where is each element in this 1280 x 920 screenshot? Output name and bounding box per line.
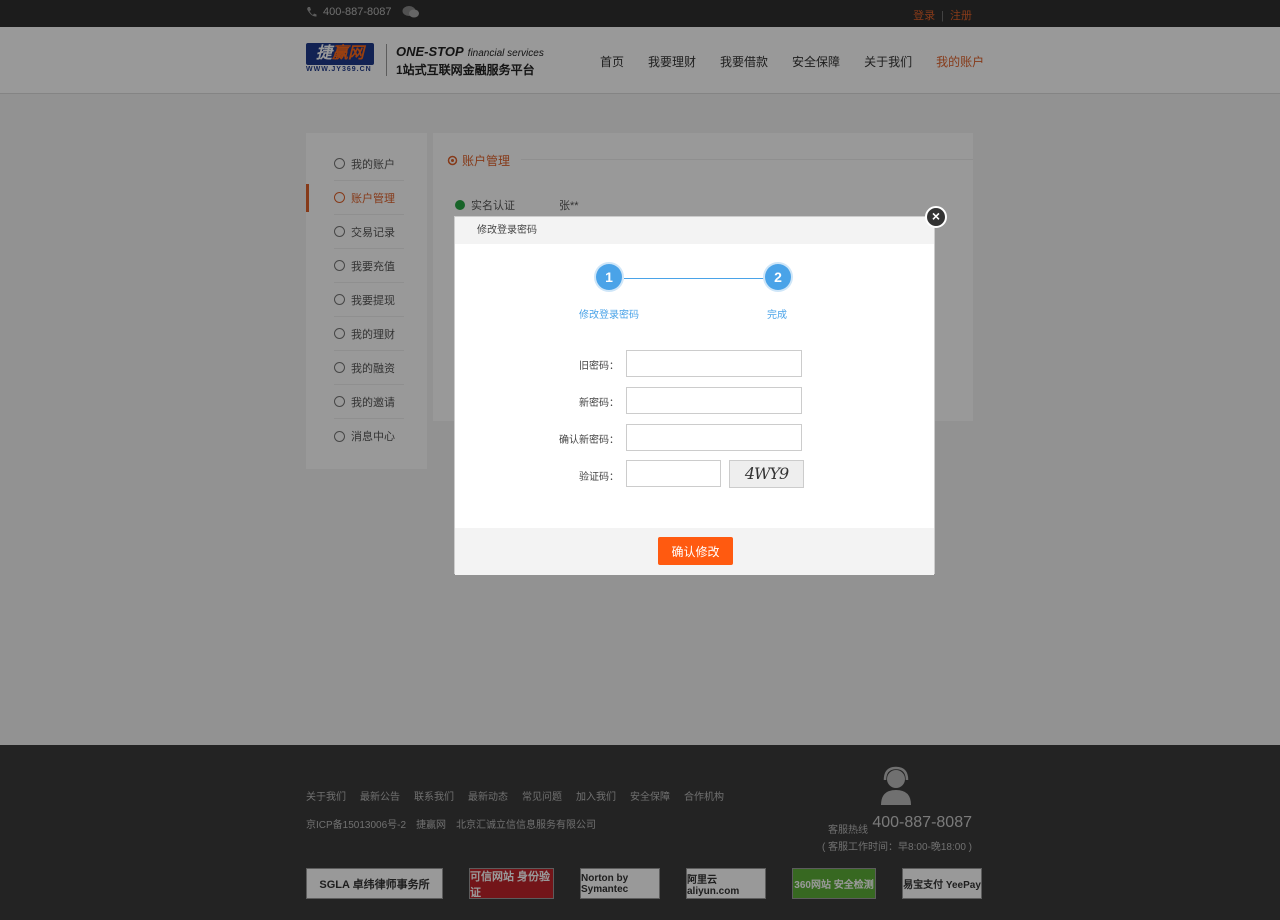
new-password-label: 新密码： (579, 398, 619, 409)
step-1-label: 修改登录密码 (579, 310, 639, 321)
old-password-label: 旧密码： (579, 361, 619, 372)
change-password-dialog: 修改登录密码 × 1 2 修改登录密码 完成 旧密码： 新密码： 确认新密码： … (454, 206, 947, 575)
captcha-label: 验证码： (579, 472, 619, 483)
confirm-change-button[interactable]: 确认修改 (658, 537, 733, 565)
dialog-footer: 确认修改 (455, 528, 934, 575)
captcha-input[interactable] (626, 460, 721, 487)
step-1-badge: 1 (596, 264, 622, 290)
step-connector (624, 278, 764, 279)
captcha-image[interactable]: 4WY9 (729, 460, 804, 488)
new-password-input[interactable] (626, 387, 802, 414)
step-2-badge: 2 (765, 264, 791, 290)
close-icon[interactable]: × (925, 206, 947, 228)
old-password-input[interactable] (626, 350, 802, 377)
dialog-title: 修改登录密码 (455, 217, 934, 244)
step-2-label: 完成 (767, 310, 787, 321)
confirm-password-input[interactable] (626, 424, 802, 451)
confirm-password-label: 确认新密码： (559, 435, 619, 446)
